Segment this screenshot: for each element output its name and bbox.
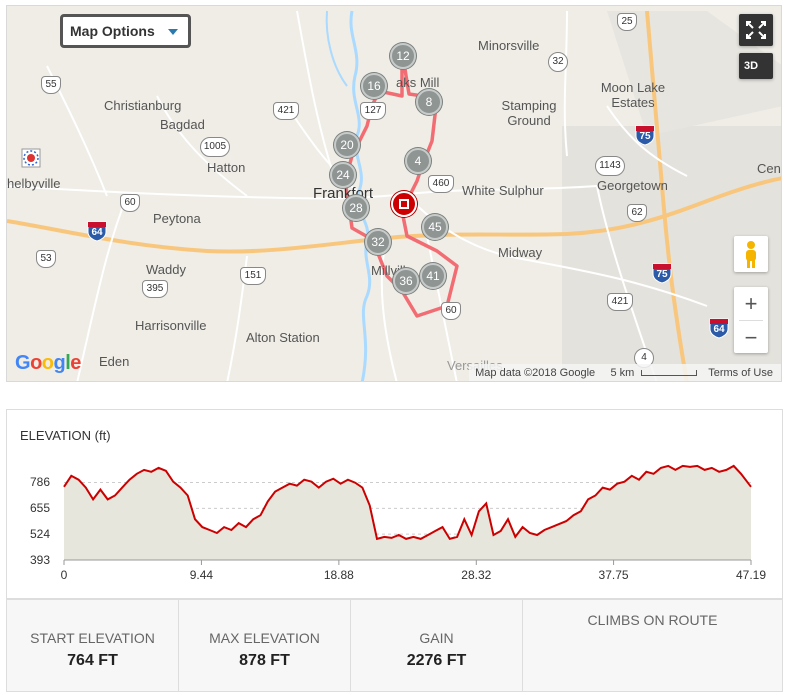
3d-label: 3D: [744, 60, 759, 72]
x-tick-label: 37.75: [598, 568, 629, 582]
route-shield-1005: 1005: [200, 137, 230, 157]
stat-value: 878 FT: [239, 652, 290, 669]
distance-marker[interactable]: 4: [405, 148, 431, 174]
place-label-white-sulphur: White Sulphur: [462, 183, 544, 198]
x-tick-label: 9.44: [189, 568, 214, 582]
distance-marker[interactable]: 36: [393, 268, 419, 294]
elevation-chart[interactable]: [7, 410, 784, 600]
interstate-shield-75: 75: [634, 124, 656, 146]
scale-bar: [641, 370, 698, 377]
route-stats: START ELEVATION 764 FT MAX ELEVATION 878…: [6, 599, 783, 692]
distance-marker[interactable]: 28: [343, 195, 369, 221]
route-shield-55: 55: [41, 76, 61, 94]
distance-marker[interactable]: 24: [330, 162, 356, 188]
route-shield-421b: 421: [607, 293, 633, 311]
y-tick-label: 655: [29, 501, 50, 516]
route-shield-1143: 1143: [595, 156, 625, 176]
y-tick-label: 393: [29, 553, 50, 567]
zoom-out-button[interactable]: −: [734, 321, 768, 354]
place-label-moon-lake-estates: Moon Lake Estates: [600, 80, 666, 110]
place-label-eden: Eden: [99, 354, 130, 369]
x-tick-label: 0: [60, 568, 68, 582]
scale-label: 5 km: [610, 367, 635, 379]
distance-marker[interactable]: 32: [365, 229, 391, 255]
distance-marker[interactable]: 16: [361, 73, 387, 99]
route-shield-395: 395: [142, 280, 168, 298]
route-shield-127: 127: [360, 102, 386, 120]
route-shield-460: 460: [428, 175, 454, 193]
interstate-shield-64b: 64: [708, 317, 730, 339]
route-shield-421: 421: [273, 102, 299, 120]
interstate-shield-75b: 75: [651, 262, 673, 284]
place-label-minorsville: Minorsville: [478, 38, 540, 53]
distance-marker[interactable]: 8: [416, 89, 442, 115]
route-shield-151: 151: [240, 267, 266, 285]
route-shield-60b: 60: [441, 302, 461, 320]
stat-label: CLIMBS ON ROUTE: [587, 612, 718, 628]
place-label-midway: Midway: [498, 245, 543, 260]
y-tick-label: 786: [29, 475, 50, 490]
x-tick-label: 18.88: [323, 568, 354, 582]
x-tick-marks: [63, 560, 752, 565]
place-label-centerville: Cent: [757, 161, 782, 176]
place-label-oaks-mill: aks Mill: [396, 75, 440, 90]
route-map[interactable]: Minorsville Christianburg Bagdad aks Mil…: [6, 5, 782, 382]
stat-max-elevation: MAX ELEVATION 878 FT: [179, 600, 351, 691]
place-label-georgetown: Georgetown: [597, 178, 668, 193]
interstate-shield-64: 64: [86, 220, 108, 242]
location-pin-icon[interactable]: [21, 148, 41, 168]
map-options-dropdown[interactable]: Map Options: [60, 14, 191, 48]
pegman-icon: [746, 241, 756, 268]
elevation-area: [64, 465, 751, 560]
place-label-hatton: Hatton: [207, 160, 246, 175]
place-label-christianburg: Christianburg: [104, 98, 182, 113]
distance-marker[interactable]: 45: [422, 214, 448, 240]
stat-label: START ELEVATION: [30, 630, 155, 646]
stat-value: 2276 FT: [406, 652, 467, 669]
stat-label: GAIN: [419, 630, 454, 646]
route-shield-53: 53: [36, 250, 56, 268]
fullscreen-icon: [746, 21, 766, 39]
fullscreen-button[interactable]: [739, 14, 773, 46]
map-data-text: Map data ©2018 Google: [475, 367, 596, 379]
place-label-harrisonville: Harrisonville: [135, 318, 207, 333]
start-marker[interactable]: [391, 191, 417, 217]
distance-marker[interactable]: 12: [390, 43, 416, 69]
place-label-alton-station: Alton Station: [246, 330, 320, 345]
place-label-shelbyville: helbyville: [7, 176, 61, 191]
place-label-peytona: Peytona: [153, 211, 201, 226]
street-view-pegman-button[interactable]: [734, 236, 768, 272]
place-label-waddy: Waddy: [146, 262, 186, 277]
caret-down-icon: [168, 29, 178, 35]
google-logo[interactable]: Google: [15, 352, 81, 375]
map-attribution: Map data ©2018 Google 5 km Terms of Use: [469, 364, 781, 381]
distance-marker[interactable]: 20: [334, 132, 360, 158]
distance-marker[interactable]: 41: [420, 263, 446, 289]
x-tick-label: 28.32: [461, 568, 492, 582]
y-tick-label: 524: [29, 527, 50, 542]
route-shield-32: 32: [548, 52, 568, 72]
stat-climbs-on-route: CLIMBS ON ROUTE: [523, 600, 782, 691]
stat-start-elevation: START ELEVATION 764 FT: [7, 600, 179, 691]
3d-view-button[interactable]: 3D: [739, 53, 773, 79]
elevation-panel: ELEVATION (ft) 786 655 524 393 0 9.44 18…: [6, 409, 783, 599]
stat-gain: GAIN 2276 FT: [351, 600, 523, 691]
terms-link[interactable]: Terms of Use: [708, 367, 773, 379]
zoom-in-button[interactable]: +: [734, 287, 768, 320]
route-shield-62: 62: [627, 204, 647, 222]
stat-value: 764 FT: [67, 652, 118, 669]
stat-label: MAX ELEVATION: [209, 630, 320, 646]
route-shield-60: 60: [120, 194, 140, 212]
route-shield-25: 25: [617, 13, 637, 31]
map-options-label: Map Options: [70, 23, 155, 39]
elevation-title: ELEVATION (ft): [20, 428, 111, 443]
place-label-stamping-ground: Stamping Ground: [501, 98, 557, 128]
place-label-bagdad: Bagdad: [160, 117, 205, 132]
x-tick-label: 47.19: [735, 568, 767, 582]
zoom-control: + −: [734, 287, 768, 353]
